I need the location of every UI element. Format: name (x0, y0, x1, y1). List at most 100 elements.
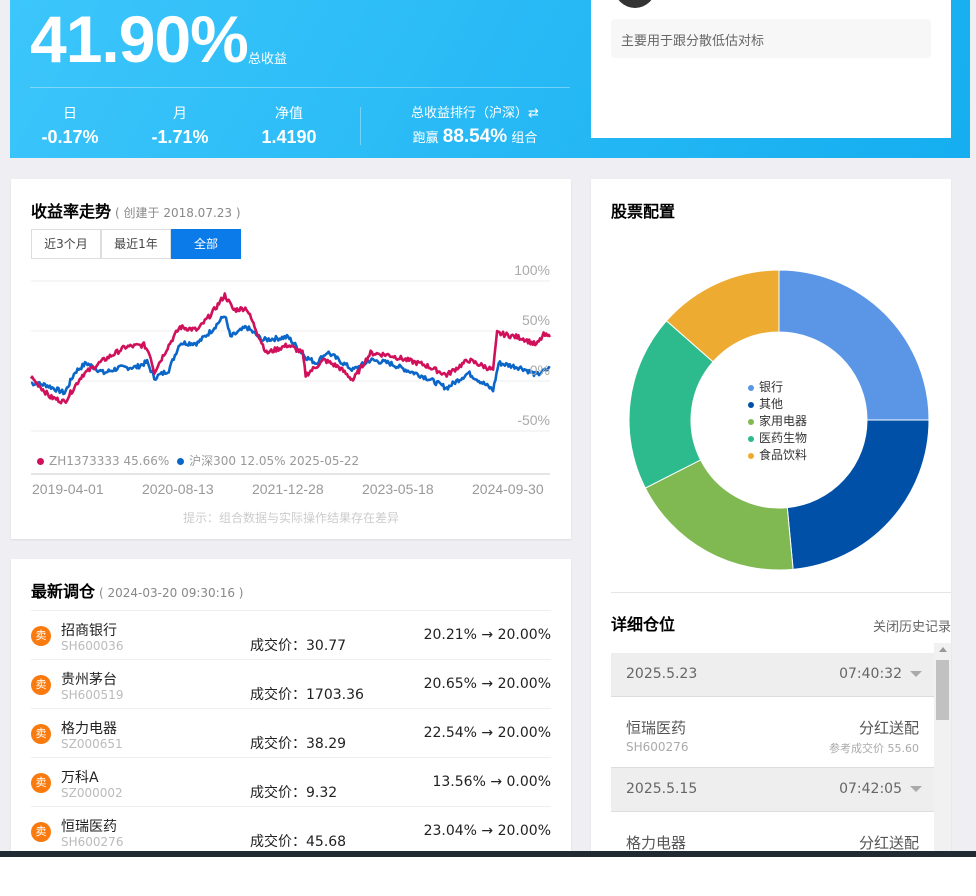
legend-item[interactable]: 家用电器 (748, 413, 807, 430)
price-value: 45.68 (306, 834, 347, 850)
total-return-label: 总收益 (248, 52, 288, 67)
price-value: 9.32 (306, 785, 338, 801)
weight-from: 13.56% (432, 774, 486, 790)
price-label: 成交价： (250, 736, 306, 752)
price-label: 成交价： (250, 638, 306, 654)
price-value: 30.77 (306, 638, 347, 654)
weight-change: 13.56% → 0.00% (432, 774, 551, 790)
total-return: 41.90% (30, 2, 249, 76)
record-date: 2025.5.15 (626, 781, 698, 797)
rank-toggle[interactable]: 总收益排行（沪深）⇄ 跑赢 88.54% 组合 (385, 104, 565, 152)
record-time: 07:40:32 (839, 666, 902, 682)
legend-label: 家用电器 (759, 414, 808, 428)
rebalance-row[interactable]: 卖 格力电器 SZ000651 成交价：38.29 22.54% → 20.00… (31, 708, 551, 757)
stat-value: 1.4190 (261, 127, 317, 147)
x-tick: 2023-05-18 (362, 481, 434, 497)
legend-dot (748, 401, 754, 408)
price-value: 38.29 (306, 736, 347, 752)
record-header[interactable]: 2025.5.23 07:40:32 (611, 653, 934, 697)
stock-code: SH600036 (61, 639, 124, 653)
scrollbar-thumb[interactable] (936, 660, 949, 720)
price-label: 成交价： (250, 687, 306, 703)
weight-to: 20.00% (497, 823, 551, 839)
stock-name: 招商银行 (61, 623, 117, 639)
stock-name: 格力电器 (61, 721, 117, 737)
record-type: 分红送配 (858, 834, 919, 851)
rank-label: 总收益排行（沪深）⇄ (411, 106, 539, 121)
weight-to: 0.00% (506, 774, 551, 790)
rebalance-time: ( 2024-03-20 09:30:16 ) (99, 586, 244, 600)
arrow-right-icon: → (481, 676, 494, 692)
scroll-up-icon[interactable] (938, 647, 947, 652)
record-item: 格力电器 分红送配 (611, 812, 934, 851)
divider (360, 107, 361, 145)
weight-from: 20.65% (423, 676, 477, 692)
legend-label: 医药生物 (759, 431, 808, 445)
trade-price: 成交价：30.77 (250, 635, 346, 655)
scrollbar[interactable] (934, 643, 951, 851)
stock-name: 恒瑞医药 (61, 819, 117, 835)
rank-prefix: 跑赢 (412, 131, 439, 146)
allocation-legend: 银行其他家用电器医药生物食品饮料 (748, 379, 807, 464)
rebalance-row[interactable]: 卖 贵州茅台 SH600519 成交价：1703.36 20.65% → 20.… (31, 659, 551, 708)
allocation-card: 股票配置 银行 其他 家用电器 医药生物 食品饮料 详细仓位 关闭历史记录 2025.5… (591, 179, 951, 851)
record-stock-code: SH600276 (626, 740, 689, 754)
portfolio-description-card: 主要用于跟分散低估对标 (591, 0, 951, 138)
sell-badge: 卖 (31, 675, 51, 695)
stat-label: 月 (173, 106, 187, 122)
y-tick: 0% (529, 362, 550, 378)
weight-from: 20.21% (423, 627, 477, 643)
legend-dot (748, 452, 754, 459)
legend-dot (37, 458, 44, 465)
legend-dot (748, 435, 754, 442)
legend-item[interactable]: 医药生物 (748, 430, 807, 447)
legend-item[interactable]: 其他 (748, 396, 807, 413)
sell-badge: 卖 (31, 724, 51, 744)
x-tick: 2020-08-13 (142, 481, 214, 497)
legend-label: 银行 (759, 380, 784, 394)
description: 主要用于跟分散低估对标 (611, 19, 931, 58)
record-item: 恒瑞医药 SH600276 分红送配 参考成交价 55.60 (611, 697, 934, 768)
weight-from: 22.54% (423, 725, 477, 741)
slice-其他[interactable] (786, 419, 930, 570)
rebalance-row[interactable]: 卖 招商银行 SH600036 成交价：30.77 20.21% → 20.00… (31, 610, 551, 659)
rebalance-row[interactable]: 卖 万科A SZ000002 成交价：9.32 13.56% → 0.00% (31, 757, 551, 806)
legend-label: 其他 (759, 397, 784, 411)
legend-portfolio: ZH1373333 45.66% (49, 454, 170, 468)
trend-card: 收益率走势( 创建于 2018.07.23 ) 近3个月 最近1年 全部 100… (11, 179, 571, 539)
bottom-bar (0, 851, 976, 857)
legend-item[interactable]: 食品饮料 (748, 447, 807, 464)
legend-item[interactable]: 银行 (748, 379, 807, 396)
positions-title: 详细仓位 (611, 615, 676, 634)
record-header[interactable]: 2025.5.15 07:42:05 (611, 768, 934, 812)
chevron-down-icon (910, 786, 922, 792)
weight-to: 20.00% (497, 725, 551, 741)
rebalance-card: 最新调仓( 2024-03-20 09:30:16 ) 卖 招商银行 SH600… (11, 559, 571, 851)
stock-name: 贵州茅台 (61, 672, 117, 688)
avatar[interactable] (615, 0, 655, 8)
trade-price: 成交价：38.29 (250, 733, 346, 753)
rebalance-row[interactable]: 卖 恒瑞医药 SH600276 成交价：45.68 23.04% → 20.00… (31, 806, 551, 851)
arrow-right-icon: → (481, 627, 494, 643)
trade-price: 成交价：9.32 (250, 782, 337, 802)
rebalance-title: 最新调仓( 2024-03-20 09:30:16 ) (31, 578, 243, 602)
rebalance-title-text: 最新调仓 (31, 582, 96, 601)
stat-nav: 净值 1.4190 (229, 104, 349, 150)
close-history-link[interactable]: 关闭历史记录 (873, 616, 951, 635)
series-line-portfolio (29, 292, 552, 405)
stat-label: 净值 (275, 106, 303, 122)
stat-day: 日 -0.17% (10, 104, 130, 150)
stat-month: 月 -1.71% (120, 104, 240, 150)
weight-from: 23.04% (423, 823, 477, 839)
legend-dot (748, 384, 754, 391)
weight-change: 22.54% → 20.00% (424, 725, 551, 741)
legend-label: 食品饮料 (759, 448, 808, 462)
page: 41.90% 总收益 日 -0.17% 月 -1.71% 净值 1.4190 总收益排… (0, 0, 976, 851)
chevron-down-icon (910, 671, 922, 677)
stat-value: -0.17% (41, 127, 99, 147)
weight-change: 20.65% → 20.00% (424, 676, 551, 692)
arrow-right-icon: → (481, 823, 494, 839)
stock-code: SH600519 (61, 688, 124, 702)
stat-value: -1.71% (151, 127, 209, 147)
weight-change: 20.21% → 20.00% (424, 627, 551, 643)
